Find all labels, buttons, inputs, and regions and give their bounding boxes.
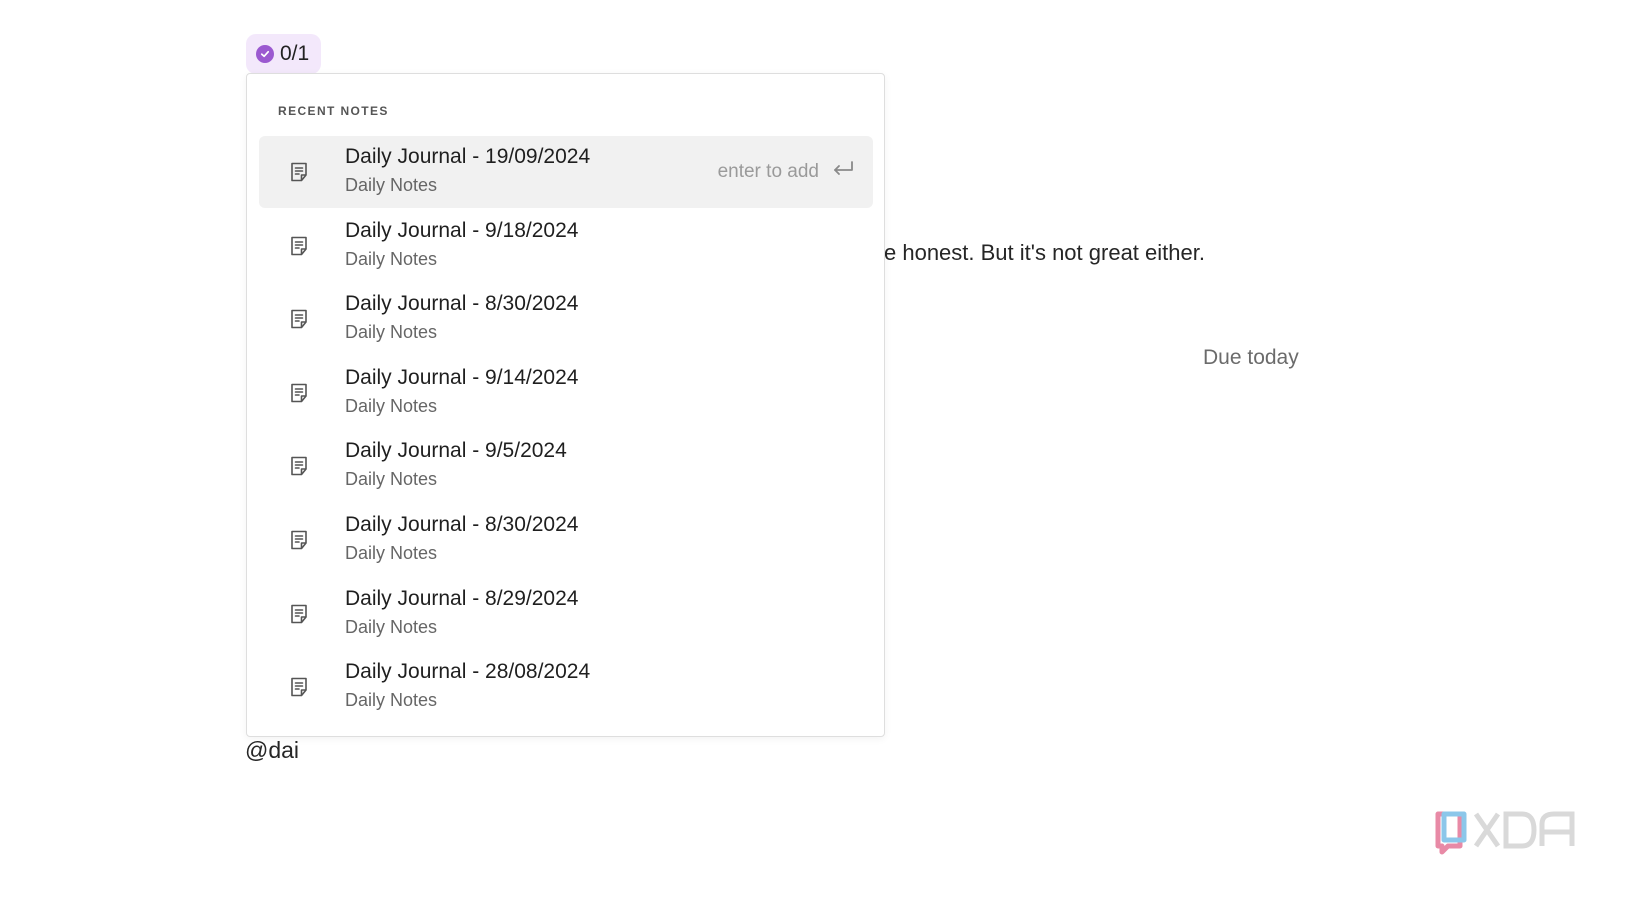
- document-icon: [288, 676, 310, 698]
- recent-notes-popover: RECENT NOTES Daily Journal - 19/09/2024 D…: [246, 73, 885, 737]
- note-list-item[interactable]: Daily Journal - 19/09/2024 Daily Notes ent…: [259, 136, 873, 208]
- document-icon: [288, 529, 310, 551]
- document-icon: [288, 161, 310, 183]
- note-subtitle: Daily Notes: [345, 616, 438, 637]
- note-list-item[interactable]: Daily Journal - 8/30/2024 Daily Notes: [259, 283, 873, 355]
- xda-logo: [1435, 811, 1575, 855]
- mention-input-text[interactable]: @dai: [245, 737, 299, 764]
- due-date-label: Due today: [1203, 346, 1299, 369]
- note-list-item[interactable]: Daily Journal - 8/30/2024 Daily Notes: [259, 504, 873, 576]
- note-title: Daily Journal - 9/5/2024: [345, 439, 567, 463]
- note-subtitle: Daily Notes: [345, 395, 438, 416]
- editor-canvas: 0/1 e honest. But it's not great either.…: [0, 0, 1650, 921]
- document-icon: [288, 308, 310, 330]
- note-title: Daily Journal - 8/30/2024: [345, 512, 579, 536]
- note-subtitle: Daily Notes: [345, 542, 438, 563]
- note-title: Daily Journal - 28/08/2024: [345, 660, 591, 684]
- note-subtitle: Daily Notes: [345, 469, 438, 490]
- note-text: Daily Journal - 9/18/2024 Daily Notes: [345, 218, 578, 272]
- note-subtitle: Daily Notes: [345, 175, 438, 195]
- note-text: Daily Journal - 8/30/2024 Daily Notes: [345, 291, 578, 345]
- note-list-item[interactable]: Daily Journal - 9/14/2024 Daily Notes: [259, 357, 873, 429]
- task-counter-chip[interactable]: 0/1: [246, 34, 322, 74]
- note-title: Daily Journal - 19/09/2024: [345, 145, 591, 168]
- note-subtitle: Daily Notes: [345, 248, 438, 269]
- note-text: Daily Journal - 9/14/2024 Daily Notes: [345, 365, 578, 419]
- note-list-item[interactable]: Daily Journal - 8/29/2024 Daily Notes: [259, 578, 873, 650]
- document-icon: [288, 382, 310, 404]
- enter-key-icon: [831, 159, 855, 185]
- note-text: Daily Journal - 9/5/2024 Daily Notes: [345, 438, 567, 492]
- enter-hint-label: enter to add: [717, 161, 819, 182]
- note-list-item[interactable]: Daily Journal - 28/08/2024 Daily Notes: [259, 651, 873, 723]
- note-title: Daily Journal - 8/29/2024: [345, 586, 579, 610]
- note-text: Daily Journal - 28/08/2024 Daily Notes: [345, 659, 590, 713]
- task-count: 0/1: [280, 42, 310, 65]
- document-icon: [288, 455, 310, 477]
- note-text: Daily Journal - 19/09/2024 Daily Notes: [345, 144, 590, 198]
- note-text: Daily Journal - 8/29/2024 Daily Notes: [345, 586, 578, 640]
- enter-hint: enter to add: [718, 159, 855, 185]
- check-circle-icon: [256, 45, 274, 63]
- note-list-item[interactable]: Daily Journal - 9/5/2024 Daily Notes: [259, 430, 873, 502]
- section-label: RECENT NOTES: [278, 104, 389, 118]
- document-body-text: e honest. But it's not great either.: [884, 240, 1205, 265]
- note-title: Daily Journal - 8/30/2024: [345, 292, 579, 316]
- note-subtitle: Daily Notes: [345, 322, 438, 343]
- note-list-item[interactable]: Daily Journal - 9/18/2024 Daily Notes: [259, 210, 873, 282]
- document-icon: [288, 235, 310, 257]
- note-list: Daily Journal - 19/09/2024 Daily Notes ent…: [259, 136, 873, 725]
- note-title: Daily Journal - 9/18/2024: [345, 218, 579, 242]
- note-title: Daily Journal - 9/14/2024: [345, 365, 579, 389]
- note-subtitle: Daily Notes: [345, 690, 438, 711]
- document-icon: [288, 603, 310, 625]
- note-text: Daily Journal - 8/30/2024 Daily Notes: [345, 512, 578, 566]
